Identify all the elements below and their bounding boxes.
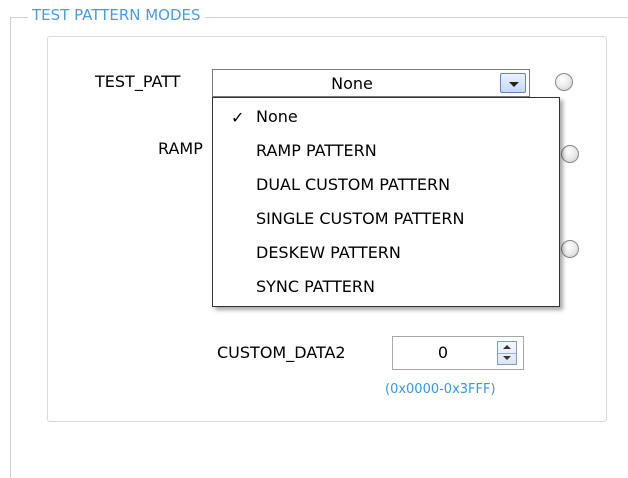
dropdown-item-none[interactable]: ✓ None xyxy=(213,100,559,134)
group-title: TEST PATTERN MODES xyxy=(28,6,205,24)
custom-data2-label: CUSTOM_DATA2 xyxy=(217,343,346,362)
dropdown-item-sync-pattern[interactable]: SYNC PATTERN xyxy=(213,270,559,304)
dropdown-item-label: None xyxy=(256,107,298,126)
dropdown-item-single-custom-pattern[interactable]: SINGLE CUSTOM PATTERN xyxy=(213,202,559,236)
arrow-up-icon xyxy=(503,345,511,349)
chevron-down-icon xyxy=(509,82,519,87)
ramp-radio[interactable] xyxy=(561,145,579,163)
test-patt-combobox[interactable]: None xyxy=(212,69,530,97)
check-icon: ✓ xyxy=(231,108,245,127)
dropdown-item-dual-custom-pattern[interactable]: DUAL CUSTOM PATTERN xyxy=(213,168,559,202)
dropdown-item-label: RAMP PATTERN xyxy=(256,141,377,160)
test-patt-label: TEST_PATT xyxy=(95,72,181,91)
dropdown-item-ramp-pattern[interactable]: RAMP PATTERN xyxy=(213,134,559,168)
combo-dropdown-button[interactable] xyxy=(500,73,526,93)
custom-data2-spinbox[interactable]: 0 xyxy=(392,336,524,370)
spin-arrows-icon[interactable] xyxy=(497,341,517,365)
dropdown-item-label: DUAL CUSTOM PATTERN xyxy=(256,175,451,194)
custom-data2-value: 0 xyxy=(437,343,449,362)
custom-data2-range-hint: (0x0000-0x3FFF) xyxy=(385,382,496,397)
test-patt-radio[interactable] xyxy=(555,73,573,91)
test-patt-dropdown-list: ✓ None RAMP PATTERN DUAL CUSTOM PATTERN … xyxy=(212,97,560,307)
dropdown-item-label: SINGLE CUSTOM PATTERN xyxy=(256,209,465,228)
dropdown-item-label: DESKEW PATTERN xyxy=(256,243,401,262)
dropdown-item-label: SYNC PATTERN xyxy=(256,277,375,296)
arrow-down-icon xyxy=(503,356,511,360)
pattern-radio[interactable] xyxy=(561,240,579,258)
dropdown-item-deskew-pattern[interactable]: DESKEW PATTERN xyxy=(213,236,559,270)
spin-down-button[interactable] xyxy=(498,353,516,364)
test-patt-selected-value: None xyxy=(331,74,373,93)
ramp-label: RAMP xyxy=(158,139,203,158)
